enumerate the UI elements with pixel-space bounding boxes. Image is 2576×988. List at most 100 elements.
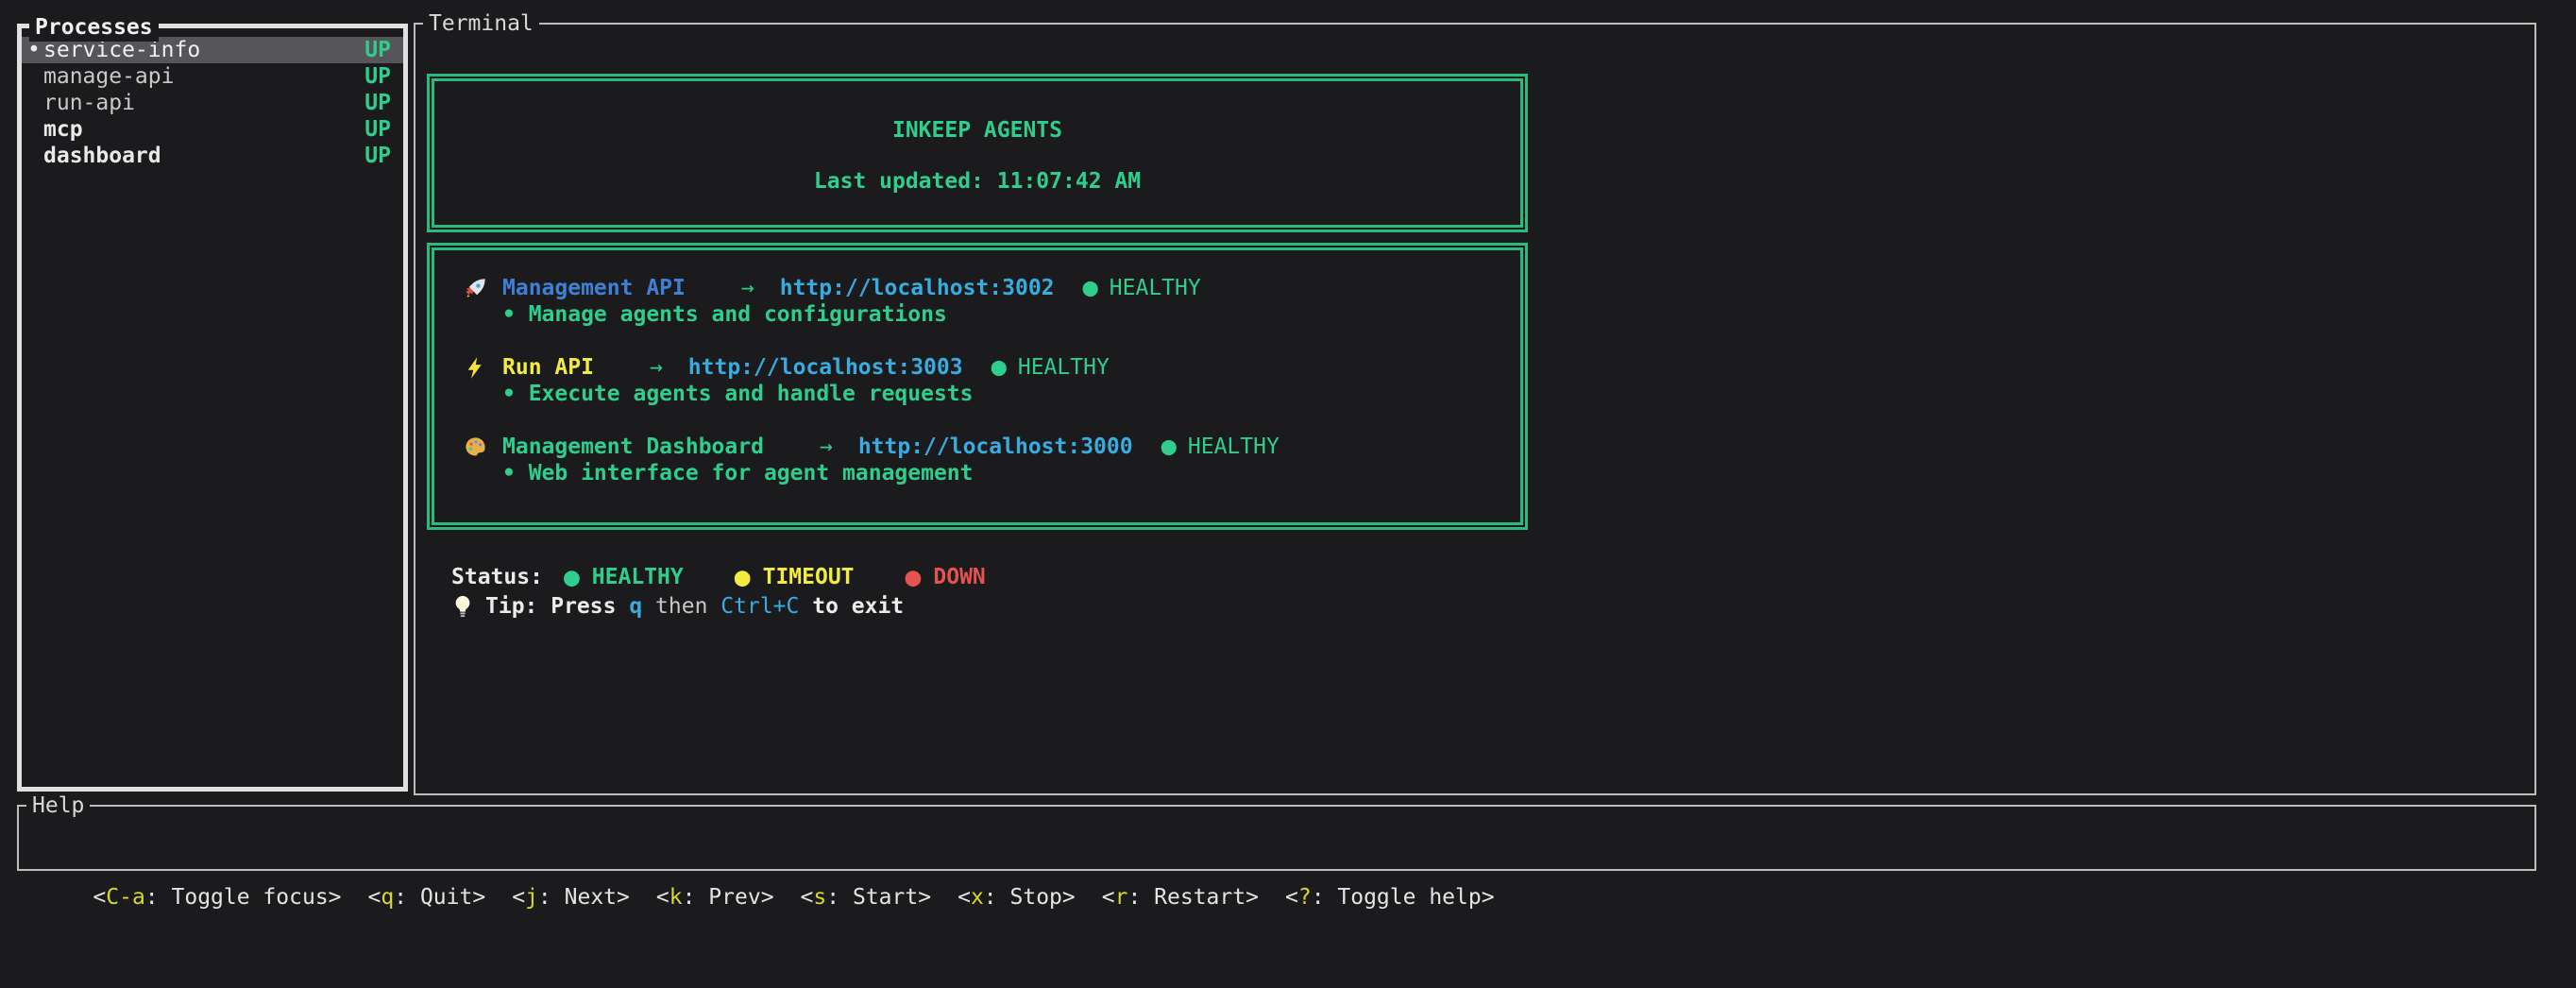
bracket: >	[329, 885, 342, 910]
keybinding-stop: <x: Stop>	[958, 885, 1076, 910]
terminal-panel-title: Terminal	[423, 9, 539, 38]
tip-text: to exit	[799, 593, 904, 620]
process-status: UP	[364, 37, 391, 63]
process-name: mcp	[43, 116, 364, 143]
service-row: Management API → http://localhost:3002 ●…	[463, 275, 1520, 301]
bracket: <	[958, 885, 971, 910]
tip-line: Tip: Press q then Ctrl+C to exit	[451, 592, 904, 621]
health-dot-icon: ●	[1083, 275, 1098, 301]
bracket: >	[1062, 885, 1076, 910]
key-label: j	[525, 885, 538, 910]
binding-label: Toggle help	[1337, 885, 1481, 910]
binding-label: Toggle focus	[172, 885, 329, 910]
separator: :	[984, 885, 1010, 910]
health-dot-icon: ●	[1161, 434, 1177, 460]
timeout-dot-icon: ●	[735, 564, 751, 590]
service-health: HEALTHY	[1110, 275, 1201, 301]
keybinding-toggle-focus: <C-a: Toggle focus>	[93, 885, 341, 910]
bracket: >	[617, 885, 630, 910]
tip-text: Tip: Press	[485, 593, 629, 620]
header-box: INKEEP AGENTS Last updated: 11:07:42 AM	[427, 74, 1528, 232]
binding-label: Next	[565, 885, 617, 910]
arrow-icon: →	[820, 434, 833, 460]
legend-healthy: HEALTHY	[592, 564, 684, 590]
help-panel: Help <C-a: Toggle focus><q: Quit><j: Nex…	[17, 805, 2536, 871]
process-row-manage-api[interactable]: manage-api UP	[22, 63, 403, 90]
bracket: <	[368, 885, 381, 910]
service-description: • Web interface for agent management	[463, 460, 1520, 486]
service-health: HEALTHY	[1188, 434, 1280, 460]
service-name: Run API	[502, 354, 594, 381]
key-label: s	[813, 885, 826, 910]
service-description: • Execute agents and handle requests	[463, 381, 1520, 407]
separator: :	[1127, 885, 1154, 910]
selection-indicator	[27, 90, 43, 116]
keybinding-start: <s: Start>	[801, 885, 932, 910]
lightning-icon	[463, 355, 502, 381]
arrow-icon: →	[650, 354, 663, 381]
service-row: Management Dashboard → http://localhost:…	[463, 434, 1520, 460]
health-dot-icon: ●	[991, 354, 1007, 381]
process-row-mcp[interactable]: mcp UP	[22, 116, 403, 143]
selection-indicator	[27, 116, 43, 143]
service-url[interactable]: http://localhost:3000	[858, 434, 1133, 460]
keybinding-toggle-help: <?: Toggle help>	[1285, 885, 1495, 910]
keybinding-prev: <k: Prev>	[656, 885, 774, 910]
separator: :	[538, 885, 565, 910]
services-box: Management API → http://localhost:3002 ●…	[427, 243, 1528, 530]
rocket-icon	[463, 276, 502, 301]
help-bindings: <C-a: Toggle focus><q: Quit><j: Next><k:…	[19, 807, 2534, 988]
binding-label: Start	[853, 885, 918, 910]
bracket: <	[93, 885, 106, 910]
keybinding-next: <j: Next>	[512, 885, 630, 910]
legend-timeout: TIMEOUT	[763, 564, 855, 590]
bracket: >	[1246, 885, 1259, 910]
healthy-dot-icon: ●	[564, 564, 580, 590]
binding-label: Stop	[1010, 885, 1062, 910]
legend-down: DOWN	[933, 564, 985, 590]
app-title: INKEEP AGENTS	[434, 117, 1520, 144]
process-row-run-api[interactable]: run-api UP	[22, 90, 403, 116]
bracket: <	[656, 885, 669, 910]
terminal-panel: Terminal INKEEP AGENTS Last updated: 11:…	[414, 23, 2536, 795]
process-name: manage-api	[43, 63, 364, 90]
process-status: UP	[364, 90, 391, 116]
binding-label: Quit	[420, 885, 472, 910]
process-status: UP	[364, 116, 391, 143]
bracket: >	[472, 885, 485, 910]
process-list: • service-info UP manage-api UP run-api …	[22, 28, 403, 169]
tip-key-q: q	[629, 593, 642, 620]
key-label: k	[669, 885, 683, 910]
tip-key-ctrl-c: Ctrl+C	[720, 593, 799, 620]
service-name: Management Dashboard	[502, 434, 764, 460]
binding-label: Prev	[708, 885, 760, 910]
separator: :	[145, 885, 172, 910]
keybinding-restart: <r: Restart>	[1102, 885, 1259, 910]
lightbulb-icon	[451, 594, 485, 619]
status-legend: Status: ● HEALTHY ● TIMEOUT ● DOWN	[451, 564, 986, 590]
selection-indicator	[27, 63, 43, 90]
process-name: run-api	[43, 90, 364, 116]
bracket: >	[918, 885, 931, 910]
separator: :	[683, 885, 709, 910]
process-row-dashboard[interactable]: dashboard UP	[22, 143, 403, 169]
processes-panel: Processes • service-info UP manage-api U…	[17, 24, 408, 792]
process-name: dashboard	[43, 143, 364, 169]
down-dot-icon: ●	[906, 564, 922, 590]
process-status: UP	[364, 143, 391, 169]
service-health: HEALTHY	[1018, 354, 1110, 381]
separator: :	[826, 885, 853, 910]
binding-label: Restart	[1154, 885, 1246, 910]
service-url[interactable]: http://localhost:3002	[780, 275, 1055, 301]
selection-indicator	[27, 143, 43, 169]
service-description: • Manage agents and configurations	[463, 301, 1520, 328]
help-panel-title: Help	[26, 792, 90, 820]
arrow-icon: →	[741, 275, 754, 301]
status-legend-label: Status:	[451, 564, 543, 590]
key-label: ?	[1298, 885, 1312, 910]
service-row: Run API → http://localhost:3003 ● HEALTH…	[463, 354, 1520, 381]
palette-icon	[463, 434, 502, 460]
service-url[interactable]: http://localhost:3003	[688, 354, 963, 381]
process-status: UP	[364, 63, 391, 90]
key-label: r	[1115, 885, 1128, 910]
